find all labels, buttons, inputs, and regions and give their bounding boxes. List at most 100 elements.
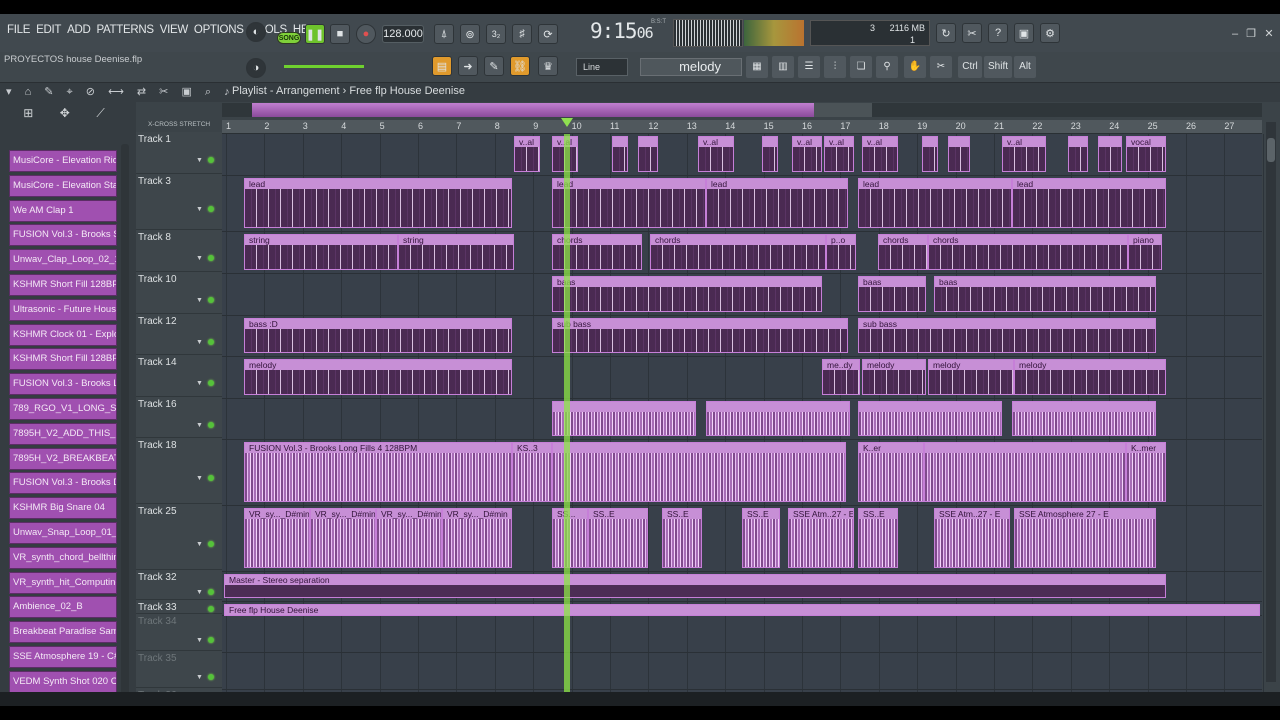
playlist-clip[interactable] [1012,401,1156,436]
pitch-knob-icon[interactable]: ◑ [246,58,266,78]
track-menu-icon[interactable]: ▼ [196,297,203,304]
playlist-clip[interactable]: vocal [1126,136,1166,172]
tools-icon[interactable]: ✂ [962,23,982,43]
scissors-icon[interactable]: ✂ [930,56,952,78]
playlist-clip[interactable]: string [398,234,514,270]
ctrl-key-button[interactable]: Ctrl [958,56,982,78]
track-lane[interactable] [222,653,1262,690]
vertical-scrollbar[interactable] [1266,122,1276,682]
track-mute-led[interactable] [208,421,214,428]
horizontal-scroll-thumb[interactable] [252,103,814,117]
picker-list-icon[interactable]: ⊞ [23,106,33,134]
track-menu-icon[interactable]: ▼ [196,589,203,596]
playlist-clip[interactable] [858,401,1002,436]
playlist-clip[interactable]: lead [552,178,706,228]
picker-clip-item[interactable]: VR_synth_chord_bellthin... [9,546,117,569]
playlist-clip[interactable] [552,401,696,436]
playlist-clip[interactable]: VR_sy..._D#min [310,508,376,568]
playlist-clip[interactable]: SS..E [588,508,648,568]
playlist-clip[interactable]: chords [928,234,1128,270]
save-icon[interactable]: ▣ [1014,23,1034,43]
playlist-clip[interactable] [1098,136,1122,172]
track-mute-led[interactable] [208,206,214,212]
picker-clip-item[interactable]: KSHMR Short Fill 128BPM... [9,274,117,296]
track-menu-icon[interactable]: ▼ [196,475,203,482]
picker-clip-item[interactable]: We AM Clap 1 [9,199,117,222]
playlist-clip[interactable]: VR_sy..._D#min [244,508,310,568]
playlist-clip[interactable]: chords [650,234,826,270]
picker-clip-item[interactable]: Ultrasonic - Future Hous... [9,298,117,321]
playlist-clip[interactable]: v..al [824,136,854,172]
picker-clip-item[interactable]: VEDM Synth Shot 020 C# [9,670,117,693]
record-button[interactable]: ● [356,24,376,44]
track-header[interactable]: Track 1 ▼ [136,132,222,174]
touch-keyboard-icon[interactable]: ✋ [904,56,926,78]
picker-brush-icon[interactable]: ⟋ [96,106,104,134]
playlist-clip[interactable]: baas [934,276,1156,312]
playlist-clip[interactable]: baas [858,276,926,312]
help-icon[interactable]: ? [988,23,1008,43]
track-mute-led[interactable] [208,541,214,547]
playlist-clip[interactable]: v..al [514,136,540,172]
picker-clip-item[interactable]: 789_RGO_V1_LONG_SWEE... [9,398,117,420]
play-pause-button[interactable]: ❚❚ [305,24,325,44]
step-edit-icon[interactable]: ♯ [512,24,532,44]
playlist-clip[interactable] [922,136,938,172]
playlist-clip[interactable]: sub bass [552,318,848,353]
tempo-display[interactable]: 128.000 [382,25,424,43]
playlist-clip[interactable]: bass :D [244,318,512,353]
playlist-clip[interactable] [612,136,628,172]
menu-add[interactable]: ADD [64,24,93,36]
playlist-clip[interactable]: VR_sy..._D#min [442,508,512,568]
playlist-clip[interactable] [762,136,778,172]
playlist-clip[interactable]: SS..E [742,508,780,568]
track-menu-icon[interactable]: ▼ [196,422,203,429]
close-icon[interactable]: ✕ [1262,28,1276,40]
picker-clip-item[interactable]: Unwav_Snap_Loop_01_1... [9,522,117,544]
browser-icon[interactable]: ❏ [850,56,872,78]
vertical-scroll-thumb[interactable] [1267,138,1275,162]
track-menu-icon[interactable]: ▼ [196,339,203,346]
playlist-clip[interactable]: Master - Stereo separation [224,574,1166,598]
picker-clip-item[interactable]: KSHMR Big Snare 04 [9,497,117,520]
countdown-icon[interactable]: 3₂ [486,24,506,44]
shift-key-button[interactable]: Shift [984,56,1012,78]
master-volume-knob-icon[interactable]: ◐ [246,22,266,42]
arrow-icon[interactable]: ➜ [458,56,478,76]
playhead[interactable] [564,134,570,706]
track-menu-icon[interactable]: ▼ [196,206,203,213]
track-header[interactable]: Track 3 ▼ [136,174,222,230]
plugin-picker-icon[interactable]: ⚲ [876,56,898,78]
playlist-clip[interactable] [1068,136,1088,172]
stamp-icon[interactable]: ♛ [538,56,558,76]
playlist-clip[interactable]: FUSION Vol.3 - Brooks Long Fills 4 128BP… [244,442,512,502]
metronome-icon[interactable]: ⍋ [434,24,454,44]
track-lane[interactable] [222,616,1262,653]
playlist-clip[interactable]: VR_sy..._D#min [376,508,442,568]
playlist-clip[interactable]: chords [878,234,928,270]
picker-clip-item[interactable]: MusiCore - Elevation Sta... [9,174,117,197]
picker-clip-item[interactable]: SSE Atmosphere 19 - C# [9,646,117,668]
playlist-clip[interactable]: SSE Atm..27 - E [934,508,1010,568]
picker-clip-item[interactable]: 7895H_V2_BREAKBEAT_D... [9,447,117,470]
refresh-icon[interactable]: ↻ [936,23,956,43]
menu-edit[interactable]: EDIT [33,24,64,36]
track-mute-led[interactable] [208,673,214,680]
master-pitch-slider[interactable] [284,65,364,68]
picker-clip-item[interactable]: FUSION Vol.3 - Brooks Lo... [9,373,117,396]
playlist-clip[interactable]: SS... [552,508,588,568]
playlist-clip[interactable]: melody [1014,359,1166,395]
timeline-ruler[interactable]: 1 2 3 4 5 6 7 8 9 10 11 12 13 14 15 16 17 18 19 20 21 22 23 24 2… [222,120,1262,134]
picker-clip-item[interactable]: MusiCore - Elevation Rid... [9,150,117,172]
track-header[interactable]: Track 12 ▼ [136,314,222,355]
playlist-clip[interactable] [638,136,658,172]
playlist-clip[interactable]: K..er [858,442,924,502]
track-header[interactable]: Track 10 ▼ [136,272,222,314]
track-header[interactable]: Track 32 ▼ [136,570,222,600]
track-menu-icon[interactable]: ▼ [196,157,203,164]
piano-roll-icon[interactable]: ▥ [772,56,794,78]
pencil-icon[interactable]: ✎ [484,56,504,76]
playlist-clip[interactable]: v..al [862,136,898,172]
track-mute-led[interactable] [208,380,214,386]
track-menu-icon[interactable]: ▼ [196,541,203,548]
